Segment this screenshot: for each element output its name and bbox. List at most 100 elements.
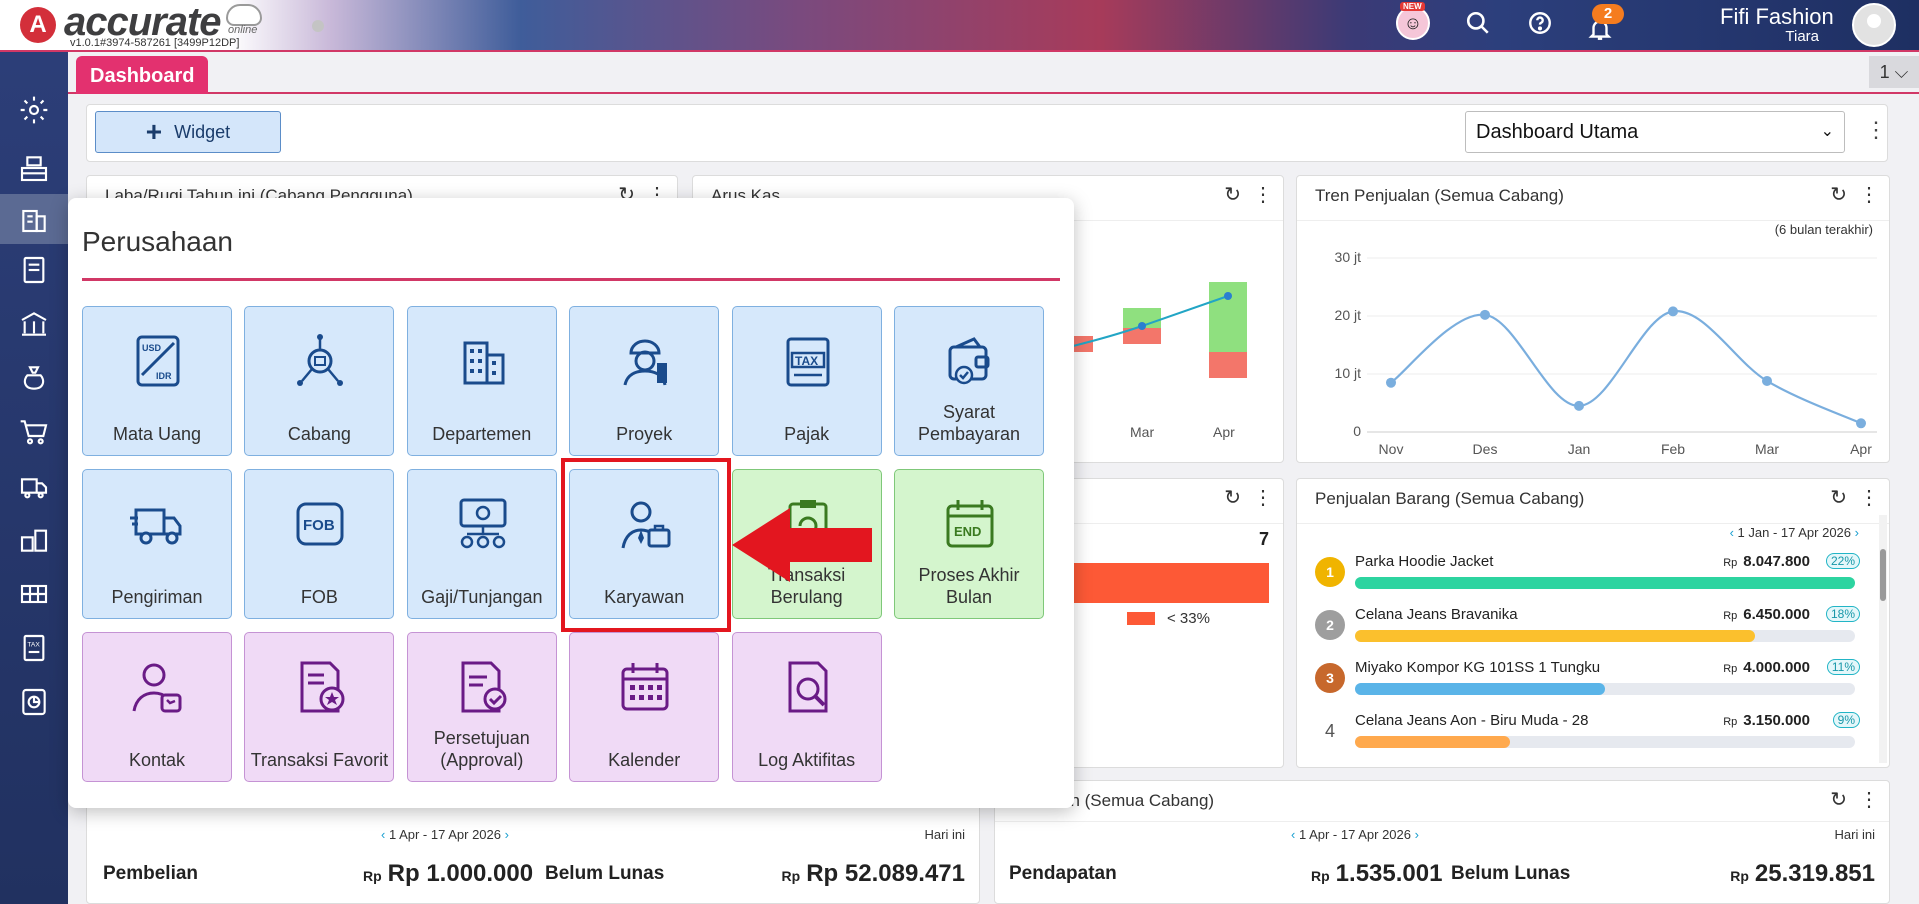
chevron-left-icon[interactable]: ‹ xyxy=(1730,525,1734,540)
chevron-left-icon[interactable]: ‹ xyxy=(381,827,385,842)
tile-label: Pajak xyxy=(784,424,830,444)
chevron-right-icon[interactable]: › xyxy=(1415,827,1419,842)
more-vertical-icon[interactable]: ⋮ xyxy=(1253,485,1273,510)
avatar[interactable] xyxy=(1852,3,1896,47)
ranking-row[interactable]: 4 Celana Jeans Aon - Biru Muda - 28 Rp 3.15… xyxy=(1315,710,1860,760)
tile-mata-uang[interactable]: USD IDR Mata Uang xyxy=(82,306,232,456)
ranking-row[interactable]: 1 Parka Hoodie Jacket Rp 8.047.800 22% xyxy=(1315,551,1860,601)
tile-fob[interactable]: FOB FOB xyxy=(244,469,395,619)
more-vertical-icon[interactable]: ⋮ xyxy=(1859,787,1879,812)
more-vertical-icon[interactable]: ⋮ xyxy=(1859,485,1879,510)
cloud-icon xyxy=(226,4,262,26)
refresh-icon[interactable]: ↻ xyxy=(1830,787,1847,812)
rank-progress-track xyxy=(1355,577,1855,589)
currency-exchange-icon: USD IDR xyxy=(136,335,180,387)
belum-lunas-value: Rp 25.319.851 xyxy=(1730,860,1875,888)
tile-log-aktifitas[interactable]: Log Aktifitas xyxy=(731,632,882,782)
refresh-icon[interactable]: ↻ xyxy=(1224,182,1241,207)
series-line xyxy=(1390,310,1862,425)
tile-gaji-tunjangan[interactable]: Gaji/Tunjangan xyxy=(406,469,557,619)
x-tick-label: Des xyxy=(1473,441,1498,457)
rank-number: 4 xyxy=(1324,721,1335,741)
tile-label: FOB xyxy=(300,587,338,607)
pendapatan-value: Rp 1.535.001 xyxy=(1311,860,1442,888)
accurate-logo-icon[interactable]: A xyxy=(20,7,56,43)
tile-pajak[interactable]: TAX Pajak xyxy=(731,306,882,456)
version-text: v1.0.1#3974-587261 [3499P12DP] xyxy=(70,37,240,49)
currency-label: Rp xyxy=(363,868,382,884)
tile-syarat-pembayaran[interactable]: Syarat Pembayaran xyxy=(894,306,1044,456)
sidebar-delivery-icon[interactable] xyxy=(0,464,68,508)
x-tick-label: Jan xyxy=(1568,441,1591,457)
tren-penjualan-panel: Tren Penjualan (Semua Cabang) ↻ ⋮ (6 bula… xyxy=(1296,175,1890,463)
y-tick-label: 10 jt xyxy=(1335,365,1362,381)
more-vertical-icon[interactable]: ⋮ xyxy=(1253,182,1273,207)
tile-departemen[interactable]: Departemen xyxy=(406,306,557,456)
user-name[interactable]: Tiara xyxy=(1785,28,1819,45)
tile-proyek[interactable]: Proyek xyxy=(569,306,720,456)
scrollbar[interactable] xyxy=(1879,515,1887,763)
sidebar-warehouse-icon[interactable] xyxy=(0,572,68,616)
rank-progress-fill xyxy=(1355,736,1510,748)
salary-icon xyxy=(459,498,507,549)
penjualan-barang-panel: Penjualan Barang (Semua Cabang) ↻ ⋮ ‹ 1 J… xyxy=(1296,478,1890,768)
tile-label: Gaji/Tunjangan xyxy=(421,587,543,607)
belum-lunas-amount: Rp 52.089.471 xyxy=(806,860,965,887)
tile-label: Transaksi Favorit xyxy=(250,750,389,770)
ranking-row[interactable]: 2 Celana Jeans Bravanika Rp 6.450.000 18% xyxy=(1315,604,1860,654)
ranking-row[interactable]: 3 Miyako Kompor KG 101SS 1 Tungku Rp 4.000.… xyxy=(1315,657,1860,707)
refresh-icon[interactable]: ↻ xyxy=(1830,182,1847,207)
tile-kalender[interactable]: Kalender xyxy=(569,632,720,782)
belum-lunas-value: Rp Rp 52.089.471 xyxy=(782,860,965,888)
scrollbar-thumb[interactable] xyxy=(1880,549,1886,601)
sidebar-tax-icon[interactable]: TAX xyxy=(0,626,68,670)
sidebar-bank-icon[interactable] xyxy=(0,302,68,346)
tile-transaksi-favorit[interactable]: Transaksi Favorit xyxy=(244,632,395,782)
mascot-icon[interactable]: ☺ xyxy=(1396,6,1430,40)
tile-pengiriman[interactable]: Pengiriman xyxy=(82,469,232,619)
refresh-icon[interactable]: ↻ xyxy=(1830,485,1847,510)
search-icon[interactable] xyxy=(1462,10,1494,42)
tab-page-selector[interactable]: 1 ⌵ xyxy=(1869,56,1919,88)
more-vertical-icon[interactable]: ⋮ xyxy=(1865,117,1887,143)
rank-item-amount: Rp 8.047.800 xyxy=(1723,553,1810,570)
sidebar-money-bag-icon[interactable] xyxy=(0,356,68,400)
rank-progress-track xyxy=(1355,630,1855,642)
sidebar-settings-icon[interactable] xyxy=(0,88,68,132)
add-widget-button[interactable]: + Widget xyxy=(95,111,281,153)
svg-text:FOB: FOB xyxy=(303,517,335,534)
sidebar-cashier-icon[interactable] xyxy=(0,146,68,190)
dashboard-select[interactable]: Dashboard Utama ⌄ xyxy=(1465,111,1845,153)
sidebar-report-icon[interactable] xyxy=(0,680,68,724)
tile-cabang[interactable]: Cabang xyxy=(244,306,395,456)
sidebar-cart-icon[interactable] xyxy=(0,410,68,454)
tile-label: Mata Uang xyxy=(112,424,202,444)
x-tick-label: Feb xyxy=(1661,441,1685,457)
tile-proses-akhir-bulan[interactable]: END Proses Akhir Bulan xyxy=(894,469,1044,619)
notification-badge[interactable]: 2 xyxy=(1592,4,1624,24)
tile-persetujuan-approval[interactable]: Persetujuan (Approval) xyxy=(406,632,557,782)
tile-label: Kalender xyxy=(608,750,681,770)
tile-label: Pengiriman xyxy=(111,587,203,607)
chevron-left-icon[interactable]: ‹ xyxy=(1291,827,1295,842)
refresh-icon[interactable]: ↻ xyxy=(1224,485,1241,510)
help-icon[interactable] xyxy=(1524,10,1556,42)
tile-kontak[interactable]: Kontak xyxy=(82,632,232,782)
sidebar-company-icon[interactable] xyxy=(0,194,68,244)
company-name[interactable]: Fifi Fashion xyxy=(1720,4,1834,30)
sidebar-inventory-icon[interactable] xyxy=(0,518,68,562)
more-vertical-icon[interactable]: ⋮ xyxy=(1859,182,1879,207)
tab-dashboard[interactable]: Dashboard xyxy=(76,56,209,94)
pointer-arrow-icon xyxy=(732,508,872,582)
date-range: ‹ 1 Jan - 17 Apr 2026 › xyxy=(1730,525,1859,540)
rank-item-percent: 18% xyxy=(1825,606,1860,622)
chevron-down-icon: ⌄ xyxy=(1820,123,1834,140)
chevron-right-icon[interactable]: › xyxy=(1855,525,1859,540)
pendapatan-panel: an (Semua Cabang) ↻ ⋮ ‹ 1 Apr - 17 Apr 20… xyxy=(994,780,1890,904)
tile-label: Persetujuan (Approval) xyxy=(433,728,530,770)
sidebar-ledger-icon[interactable] xyxy=(0,248,68,292)
chevron-right-icon[interactable]: › xyxy=(505,827,509,842)
rank-item-name: Celana Jeans Aon - Biru Muda - 28 xyxy=(1355,712,1589,729)
rank-medal-icon: 3 xyxy=(1315,663,1345,693)
pembelian-value: Rp Rp 1.000.000 xyxy=(363,860,533,888)
